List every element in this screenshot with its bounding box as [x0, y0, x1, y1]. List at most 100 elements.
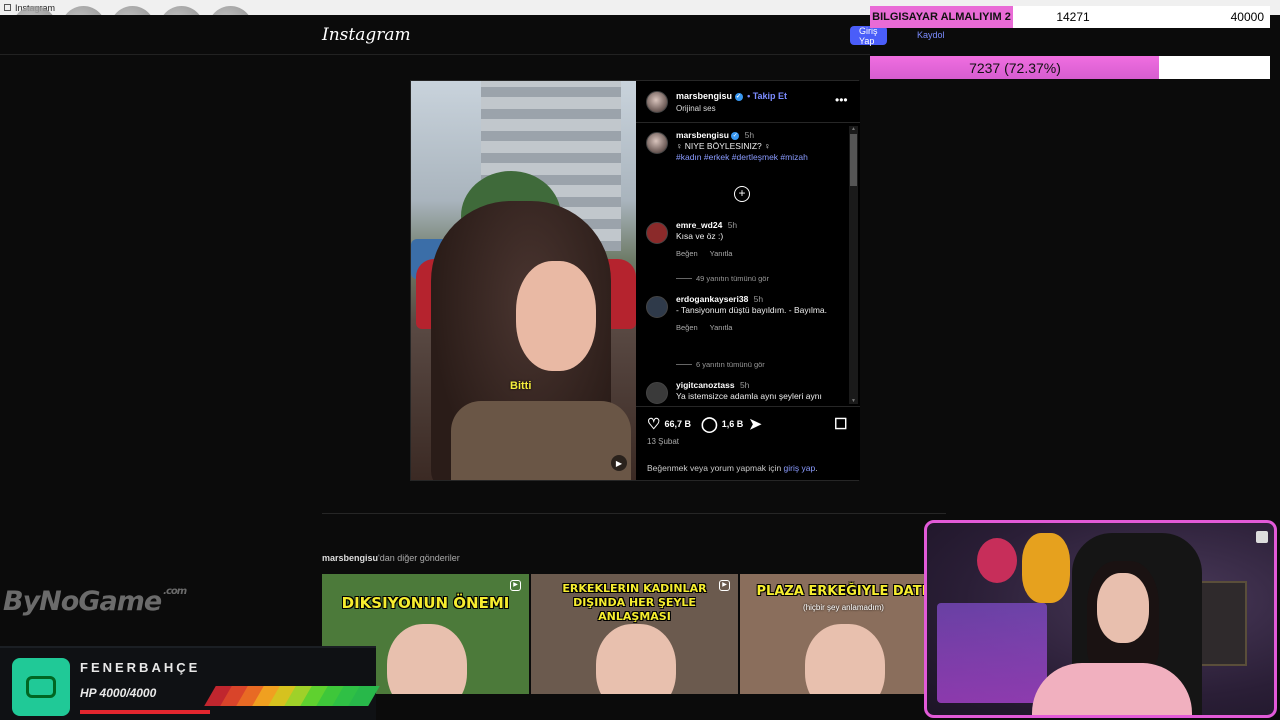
audio-label[interactable]: Orijinal ses: [676, 104, 716, 113]
commenter-name[interactable]: yigitcanoztass: [676, 380, 735, 390]
webcam-plush: [977, 538, 1017, 583]
more-posts-grid: DIKSIYONUN ÖNEMI ▶ ERKEKLERIN KADINLAR D…: [322, 574, 925, 694]
webcam-overlay: [924, 520, 1277, 718]
webcam-streamer-face: [1097, 573, 1149, 643]
save-action[interactable]: ☐: [834, 415, 847, 433]
goal-target: 40000: [1230, 10, 1264, 24]
section-divider: [322, 513, 946, 514]
post-thumbnail[interactable]: ERKEKLERIN KADINLAR DIŞINDA HER ŞEYLE AN…: [531, 574, 738, 694]
hp-bar: [80, 686, 380, 706]
like-comment-button[interactable]: Beğen: [676, 323, 698, 332]
comment-action[interactable]: ◯ 1,6 B: [701, 415, 743, 433]
more-posts-suffix: 'dan diğer gönderiler: [378, 553, 460, 563]
thumbnail-face: [805, 624, 885, 694]
reel-icon: ▶: [719, 580, 730, 591]
comment-actions: Beğen Yanıtla: [676, 322, 841, 333]
hp-widget: FENERBAHÇE HP 4000/4000: [0, 646, 380, 720]
goal-progress-text: 7237 (72.37%): [969, 59, 1061, 76]
more-posts-title: marsbengisu'dan diğer gönderiler: [322, 553, 460, 563]
webcam-corner-icon: [1256, 531, 1268, 543]
caption-author[interactable]: marsbengisu: [676, 130, 729, 140]
comment-count: 1,6 B: [721, 419, 744, 429]
video-face: [516, 261, 596, 371]
signup-link[interactable]: Kaydol: [917, 30, 945, 40]
share-action[interactable]: ➤: [749, 415, 762, 433]
mute-icon[interactable]: ▶: [611, 455, 627, 471]
comment-text: Ya istemsizce adamla aynı şeyleri aynı: [676, 391, 822, 401]
commenter-avatar[interactable]: [646, 382, 668, 404]
caption-text: ♀ NIYE BÖYLESINIZ? ♀: [676, 141, 771, 151]
webcam-shelf: [937, 603, 1047, 703]
like-action[interactable]: ♡ 66,7 B: [647, 415, 691, 433]
view-replies-button[interactable]: 49 yanıtın tümünü gör: [676, 274, 769, 283]
author-avatar[interactable]: [646, 91, 668, 113]
heart-icon[interactable]: ♡: [647, 415, 660, 433]
goal-progress-bar: 7237 (72.37%): [870, 56, 1270, 79]
verified-icon: ✓: [734, 92, 743, 101]
caption-tags[interactable]: #kadın #erkek #dertleşmek #mizah: [676, 152, 841, 163]
scroll-down-icon[interactable]: ▼: [850, 398, 857, 404]
hp-logo: [12, 658, 70, 716]
scroll-up-icon[interactable]: ▲: [850, 126, 857, 132]
add-icon[interactable]: +: [734, 186, 750, 202]
like-comment-button[interactable]: Beğen: [676, 249, 698, 258]
comment-actions: Beğen Yanıtla: [676, 248, 841, 259]
video-coat: [451, 401, 631, 480]
hp-underline: [80, 710, 210, 714]
commenter-avatar[interactable]: [646, 296, 668, 318]
login-prompt-text: Beğenmek veya yorum yapmak için: [647, 463, 784, 473]
reply-button[interactable]: Yanıtla: [710, 323, 733, 332]
instagram-logo[interactable]: Instagram: [322, 25, 411, 45]
comment-icon[interactable]: ◯: [701, 415, 718, 433]
comment-text: Kısa ve öz :): [676, 231, 724, 241]
thumbnail-face: [387, 624, 467, 694]
author-username[interactable]: marsbengisu: [676, 91, 732, 101]
comments-scrollbar[interactable]: ▲ ▼: [849, 126, 858, 404]
share-icon[interactable]: ➤: [749, 415, 762, 433]
comments-list: marsbengisu ✓ 5h ♀ NIYE BÖYLESINIZ? ♀ #k…: [636, 124, 860, 404]
thumbnail-title: DIKSIYONUN ÖNEMI: [341, 594, 510, 612]
thumbnail-title: PLAZA ERKEĞIYLE DATE: [756, 584, 925, 599]
post-actions: ♡ 66,7 B ◯ 1,6 B ➤ ☐ 13 Şubat Beğenmek v…: [636, 406, 860, 480]
comment-text: - Tansiyonum düştü bayıldım. - Bayılma.: [676, 305, 828, 315]
reel-video[interactable]: Bitti ▶: [411, 81, 636, 480]
hp-team-name: FENERBAHÇE: [80, 660, 201, 675]
view-replies-label: 6 yanıtın tümünü gör: [696, 360, 765, 369]
author-row: marsbengisu ✓ • Takip Et: [676, 91, 787, 101]
author-avatar[interactable]: [646, 132, 668, 154]
post-thumbnail[interactable]: PLAZA ERKEĞIYLE DATE (hiçbir şey anlamad…: [740, 574, 925, 694]
commenter-name[interactable]: erdogankayseri38: [676, 294, 748, 304]
post-header: marsbengisu ✓ • Takip Et Orijinal ses ••…: [636, 81, 860, 123]
post-date: 13 Şubat: [647, 437, 680, 446]
thumbnail-title: ERKEKLERIN KADINLAR DIŞINDA HER ŞEYLE AN…: [562, 582, 707, 623]
reply-button[interactable]: Yanıtla: [710, 249, 733, 258]
window-app-icon: [4, 4, 11, 11]
login-prompt-end: .: [815, 463, 818, 473]
goal-current: 14271: [1056, 10, 1090, 24]
goal-label: BILGISAYAR ALMALIYIM 2: [870, 6, 1013, 28]
more-icon[interactable]: •••: [835, 93, 848, 107]
login-prompt: Beğenmek veya yorum yapmak için giriş ya…: [647, 463, 818, 473]
brand-name: ByNoGame: [3, 586, 162, 617]
view-replies-button[interactable]: 6 yanıtın tümünü gör: [676, 360, 765, 369]
comment-time: 5h: [727, 220, 738, 230]
comment-time: 5h: [753, 294, 764, 304]
login-prompt-link[interactable]: giriş yap: [784, 463, 816, 473]
verified-icon: ✓: [731, 131, 740, 140]
scrollbar-thumb[interactable]: [850, 134, 857, 186]
post-sidebar: marsbengisu ✓ • Takip Et Orijinal ses ••…: [636, 81, 860, 480]
webcam-streamer: [1032, 663, 1192, 715]
instagram-header: Instagram Giriş Yap Kaydol: [0, 15, 945, 55]
save-icon[interactable]: ☐: [834, 415, 847, 433]
caption-time: 5h: [744, 130, 755, 140]
follow-button[interactable]: • Takip Et: [747, 91, 787, 101]
instagram-post: Bitti ▶ marsbengisu ✓ • Takip Et Orijina…: [410, 80, 860, 481]
donation-goal-bar: BILGISAYAR ALMALIYIM 2 14271 40000: [870, 6, 1270, 28]
login-button[interactable]: Giriş Yap: [850, 26, 887, 46]
commenter-avatar[interactable]: [646, 222, 668, 244]
reel-icon: ▶: [510, 580, 521, 591]
comment-time: 5h: [739, 380, 750, 390]
more-posts-author[interactable]: marsbengisu: [322, 553, 378, 563]
commenter-name[interactable]: emre_wd24: [676, 220, 722, 230]
thumbnail-face: [596, 624, 676, 694]
